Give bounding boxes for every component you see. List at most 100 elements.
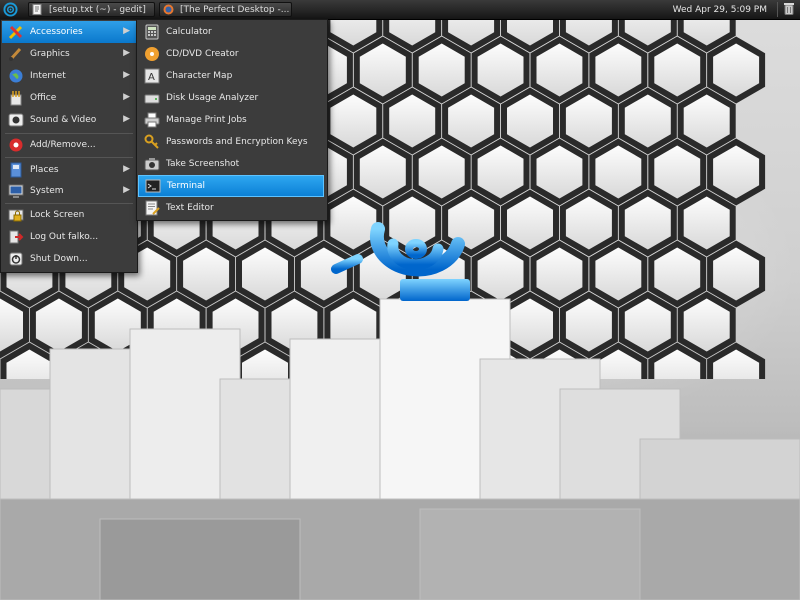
system-icon	[8, 183, 24, 199]
hexagon-tile	[648, 138, 707, 206]
keys-icon	[144, 134, 160, 150]
menu-item-add-remove[interactable]: Add/Remove...	[2, 134, 136, 156]
menu-item-terminal[interactable]: Terminal	[138, 175, 324, 197]
menu-item-calculator[interactable]: Calculator	[138, 21, 326, 43]
taskbar-label: [setup.txt (~) - gedit]	[49, 4, 146, 15]
hexagon-tile	[707, 138, 766, 206]
hexagon-tile	[383, 87, 442, 155]
menu-item-label: Sound & Video	[30, 115, 97, 125]
menu-item-system[interactable]: System ▶	[2, 180, 136, 202]
hexagon-tile	[530, 36, 589, 104]
menu-item-label: Office	[30, 93, 57, 103]
menu-item-cd-dvd-creator[interactable]: CD/DVD Creator	[138, 43, 326, 65]
calculator-icon	[144, 24, 160, 40]
disk-usage-icon	[144, 90, 160, 106]
office-icon	[8, 90, 24, 106]
menu-item-label: Passwords and Encryption Keys	[166, 137, 308, 147]
menu-item-places[interactable]: Places ▶	[2, 159, 136, 181]
submenu-arrow-icon: ▶	[123, 114, 130, 124]
menu-item-shut-down[interactable]: Shut Down...	[2, 248, 136, 270]
menu-item-accessories[interactable]: Accessories ▶	[2, 21, 136, 43]
hexagon-tile	[471, 138, 530, 206]
svg-text:A: A	[148, 72, 155, 83]
menu-item-lock-screen[interactable]: Lock Screen	[2, 204, 136, 226]
character-map-icon: A	[144, 68, 160, 84]
terminal-icon	[145, 178, 161, 194]
main-menu-button[interactable]	[0, 0, 20, 19]
taskbar-button-gedit[interactable]: [setup.txt (~) - gedit]	[28, 2, 155, 17]
hexagon-tile	[412, 36, 471, 104]
menu-item-manage-print-jobs[interactable]: Manage Print Jobs	[138, 109, 326, 131]
menu-item-passwords-keys[interactable]: Passwords and Encryption Keys	[138, 131, 326, 153]
taskbar-label: [The Perfect Desktop -...	[180, 4, 290, 15]
menu-item-label: CD/DVD Creator	[166, 49, 239, 59]
menu-item-character-map[interactable]: A Character Map	[138, 65, 326, 87]
clock[interactable]: Wed Apr 29, 5:09 PM	[673, 5, 767, 15]
places-icon	[8, 162, 24, 178]
hexagon-tile	[677, 87, 736, 155]
submenu-arrow-icon: ▶	[123, 185, 130, 195]
menu-item-label: Take Screenshot	[166, 159, 240, 169]
hexagon-tile	[589, 138, 648, 206]
menu-separator	[5, 157, 133, 158]
menu-item-label: Shut Down...	[30, 254, 88, 264]
top-panel: [setup.txt (~) - gedit] [The Perfect Des…	[0, 0, 800, 20]
hexagon-tile	[648, 36, 707, 104]
internet-icon	[8, 68, 24, 84]
hexagon-tile	[530, 138, 589, 206]
panel-separator	[777, 2, 778, 17]
menu-item-label: Calculator	[166, 27, 212, 37]
menu-item-label: Add/Remove...	[30, 140, 96, 150]
hexagon-tile	[442, 87, 501, 155]
menu-item-label: Internet	[30, 71, 66, 81]
menu-item-log-out[interactable]: Log Out falko...	[2, 226, 136, 248]
desktop-logo-icon	[331, 222, 470, 301]
menu-item-label: System	[30, 186, 64, 196]
submenu-arrow-icon: ▶	[123, 48, 130, 58]
hexagon-tile	[501, 189, 559, 257]
hexagon-tile	[559, 87, 618, 155]
camera-icon	[144, 156, 160, 172]
shutdown-icon	[8, 251, 24, 267]
menu-item-internet[interactable]: Internet ▶	[2, 65, 136, 87]
menu-item-label: Terminal	[167, 181, 206, 191]
menu-item-take-screenshot[interactable]: Take Screenshot	[138, 153, 326, 175]
taskbar-button-firefox[interactable]: [The Perfect Desktop -...	[159, 2, 292, 17]
add-remove-icon	[8, 137, 24, 153]
hexagon-tile	[618, 189, 677, 257]
hexagon-tile	[353, 36, 412, 104]
lock-icon	[8, 207, 24, 223]
menu-item-text-editor[interactable]: Text Editor	[138, 197, 326, 219]
gedit-icon	[32, 4, 43, 15]
hexagon-tile	[471, 36, 530, 104]
menu-item-label: Character Map	[166, 71, 233, 81]
trash-icon[interactable]	[784, 2, 794, 18]
menu-item-label: Lock Screen	[30, 210, 85, 220]
hexagon-tile	[677, 189, 736, 257]
menu-item-label: Log Out falko...	[30, 232, 99, 242]
menu-item-disk-usage-analyzer[interactable]: Disk Usage Analyzer	[138, 87, 326, 109]
submenu-arrow-icon: ▶	[123, 26, 130, 36]
hexagon-tile	[618, 87, 677, 155]
hexagon-tile	[353, 138, 412, 206]
menu-item-graphics[interactable]: Graphics ▶	[2, 43, 136, 65]
accessories-submenu: Calculator CD/DVD Creator A Character Ma…	[136, 19, 328, 221]
menu-item-label: Accessories	[30, 27, 83, 37]
cd-dvd-icon	[144, 46, 160, 62]
hexagon-tile	[324, 87, 383, 155]
submenu-arrow-icon: ▶	[123, 70, 130, 80]
hexagon-tile	[412, 138, 471, 206]
menu-item-label: Disk Usage Analyzer	[166, 93, 259, 103]
text-editor-icon	[144, 200, 160, 216]
applications-menu: Accessories ▶ Graphics ▶ Internet ▶ Offi…	[0, 19, 138, 273]
menu-item-label: Graphics	[30, 49, 70, 59]
hexagon-tile	[559, 189, 618, 257]
firefox-icon	[163, 4, 174, 15]
distro-logo-icon	[2, 2, 18, 17]
logout-icon	[8, 229, 24, 245]
submenu-arrow-icon: ▶	[123, 92, 130, 102]
printer-icon	[144, 112, 160, 128]
hexagon-tile	[501, 87, 559, 155]
menu-item-office[interactable]: Office ▶	[2, 87, 136, 109]
menu-item-sound-video[interactable]: Sound & Video ▶	[2, 109, 136, 131]
